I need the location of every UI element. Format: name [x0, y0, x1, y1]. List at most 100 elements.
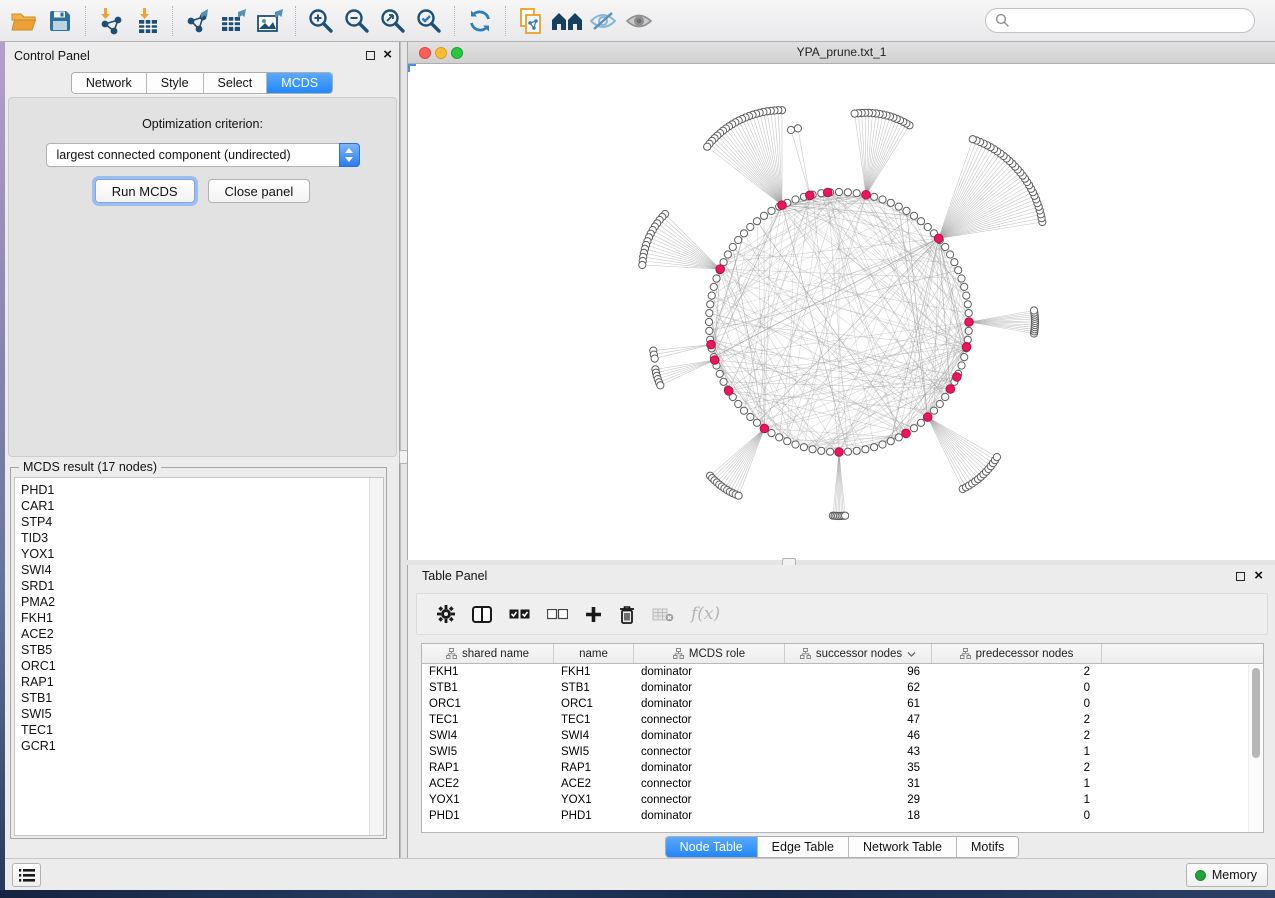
close-panel-icon[interactable]: × [1254, 567, 1263, 585]
hide-selected-icon[interactable] [585, 5, 621, 37]
table-cell: 0 [932, 808, 1102, 824]
task-history-button[interactable] [12, 863, 41, 887]
tab-network[interactable]: Network [72, 73, 147, 93]
save-session-icon[interactable] [42, 5, 78, 37]
table-row[interactable]: RAP1RAP1dominator352 [422, 760, 1263, 776]
window-zoom-traffic-light[interactable] [451, 47, 463, 59]
column-header-shared-name[interactable]: shared name [422, 644, 554, 663]
node-table-body[interactable]: FKH1FKH1dominator962STB1STB1dominator620… [422, 664, 1263, 824]
table-tab-network-table[interactable]: Network Table [849, 837, 957, 857]
import-network-icon[interactable] [93, 5, 129, 37]
mcds-result-item[interactable]: RAP1 [15, 674, 383, 690]
mcds-result-item[interactable]: YOX1 [15, 546, 383, 562]
show-all-icon[interactable] [621, 5, 657, 37]
mcds-result-item[interactable]: ACE2 [15, 626, 383, 642]
mcds-result-item[interactable]: TID3 [15, 530, 383, 546]
mcds-result-item[interactable]: PMA2 [15, 594, 383, 610]
clone-network-icon[interactable] [513, 5, 549, 37]
open-file-icon[interactable] [6, 5, 42, 37]
criterion-dropdown[interactable]: largest connected component (undirected) [46, 143, 360, 167]
delete-column-icon[interactable] [619, 605, 635, 624]
float-panel-icon[interactable] [366, 51, 375, 60]
node-table[interactable]: shared name nameMCDS rolesuccessor nodesp… [421, 643, 1264, 833]
mcds-result-item[interactable]: GCR1 [15, 738, 383, 754]
network-titlebar[interactable]: YPA_prune.txt_1 [408, 42, 1275, 64]
mcds-result-list[interactable]: PHD1CAR1STP4TID3YOX1SWI4SRD1PMA2FKH1ACE2… [14, 477, 384, 836]
mcds-result-item[interactable]: CAR1 [15, 498, 383, 514]
table-cell: 2 [932, 728, 1102, 744]
window-minimize-traffic-light[interactable] [435, 47, 447, 59]
close-panel-button[interactable]: Close panel [208, 179, 311, 203]
zoom-fit-icon[interactable] [375, 5, 411, 37]
zoom-out-icon[interactable] [339, 5, 375, 37]
export-network-icon[interactable] [180, 5, 216, 37]
node-table-header[interactable]: shared name nameMCDS rolesuccessor nodesp… [422, 644, 1263, 664]
window-close-traffic-light[interactable] [419, 47, 431, 59]
tab-style[interactable]: Style [147, 73, 204, 93]
table-row[interactable]: STB1STB1dominator620 [422, 680, 1263, 696]
search-input[interactable] [1010, 11, 1254, 31]
import-table-icon[interactable] [129, 5, 165, 37]
table-scrollbar[interactable] [1248, 665, 1262, 832]
table-row[interactable]: SWI4SWI4dominator462 [422, 728, 1263, 744]
memory-button[interactable]: Memory [1186, 863, 1268, 887]
close-panel-icon[interactable]: × [383, 46, 392, 64]
mcds-result-item[interactable]: SWI5 [15, 706, 383, 722]
delete-table-icon[interactable] [652, 607, 674, 622]
table-row[interactable]: TEC1TEC1connector472 [422, 712, 1263, 728]
zoom-selected-icon[interactable] [411, 5, 447, 37]
network-canvas[interactable] [408, 64, 1274, 559]
tab-select[interactable]: Select [204, 73, 268, 93]
mcds-list-scrollbar[interactable] [369, 478, 383, 835]
add-column-icon[interactable] [585, 606, 602, 623]
column-header-name[interactable]: name [554, 644, 634, 663]
list-icon [19, 869, 35, 882]
table-row[interactable]: YOX1YOX1connector291 [422, 792, 1263, 808]
export-image-icon[interactable] [252, 5, 288, 37]
mcds-result-item[interactable]: STB5 [15, 642, 383, 658]
column-pane-icon[interactable] [472, 606, 492, 623]
network-graph[interactable] [408, 64, 1274, 559]
scrollbar-thumb[interactable] [1252, 668, 1260, 758]
column-label: shared name [462, 648, 529, 660]
mcds-result-item[interactable]: FKH1 [15, 610, 383, 626]
refresh-icon[interactable] [462, 5, 498, 37]
search-field[interactable] [985, 8, 1255, 33]
table-row[interactable]: ACE2ACE2connector311 [422, 776, 1263, 792]
column-header-predecessor-nodes[interactable]: predecessor nodes [932, 644, 1102, 663]
mcds-result-item[interactable]: SRD1 [15, 578, 383, 594]
vertical-splitter[interactable] [400, 42, 407, 858]
table-tab-motifs[interactable]: Motifs [957, 837, 1018, 857]
table-settings-icon[interactable] [437, 605, 455, 623]
column-header-successor-nodes[interactable]: successor nodes [785, 644, 932, 663]
network-view-window: YPA_prune.txt_1 [407, 42, 1275, 560]
mcds-result-item[interactable]: STB1 [15, 690, 383, 706]
table-cell: PHD1 [422, 808, 554, 824]
table-cell: ACE2 [422, 776, 554, 792]
table-row[interactable]: SWI5SWI5connector431 [422, 744, 1263, 760]
table-tab-node-table[interactable]: Node Table [666, 837, 758, 857]
mcds-result-item[interactable]: SWI4 [15, 562, 383, 578]
table-cell: YOX1 [422, 792, 554, 808]
tab-mcds[interactable]: MCDS [267, 73, 332, 93]
first-neighbors-icon[interactable] [549, 5, 585, 37]
table-row[interactable]: PHD1PHD1dominator180 [422, 808, 1263, 824]
float-panel-icon[interactable] [1236, 572, 1245, 581]
mcds-result-item[interactable]: TEC1 [15, 722, 383, 738]
run-mcds-button[interactable]: Run MCDS [95, 179, 195, 203]
mcds-result-item[interactable]: STP4 [15, 514, 383, 530]
table-row[interactable]: FKH1FKH1dominator962 [422, 664, 1263, 680]
clear-checks-icon[interactable] [547, 609, 568, 620]
function-builder-icon[interactable]: f(x) [691, 604, 720, 624]
zoom-in-icon[interactable] [303, 5, 339, 37]
select-all-checks-icon[interactable] [509, 609, 530, 620]
table-row[interactable]: ORC1ORC1dominator610 [422, 696, 1263, 712]
mcds-result-item[interactable]: PHD1 [15, 482, 383, 498]
table-tab-edge-table[interactable]: Edge Table [758, 837, 849, 857]
column-header-MCDS-role[interactable]: MCDS role [634, 644, 785, 663]
table-cell: 1 [932, 792, 1102, 808]
mcds-result-group: MCDS result (17 nodes) PHD1CAR1STP4TID3Y… [10, 467, 387, 839]
export-table-icon[interactable] [216, 5, 252, 37]
mcds-result-item[interactable]: ORC1 [15, 658, 383, 674]
table-cell: ACE2 [554, 776, 634, 792]
